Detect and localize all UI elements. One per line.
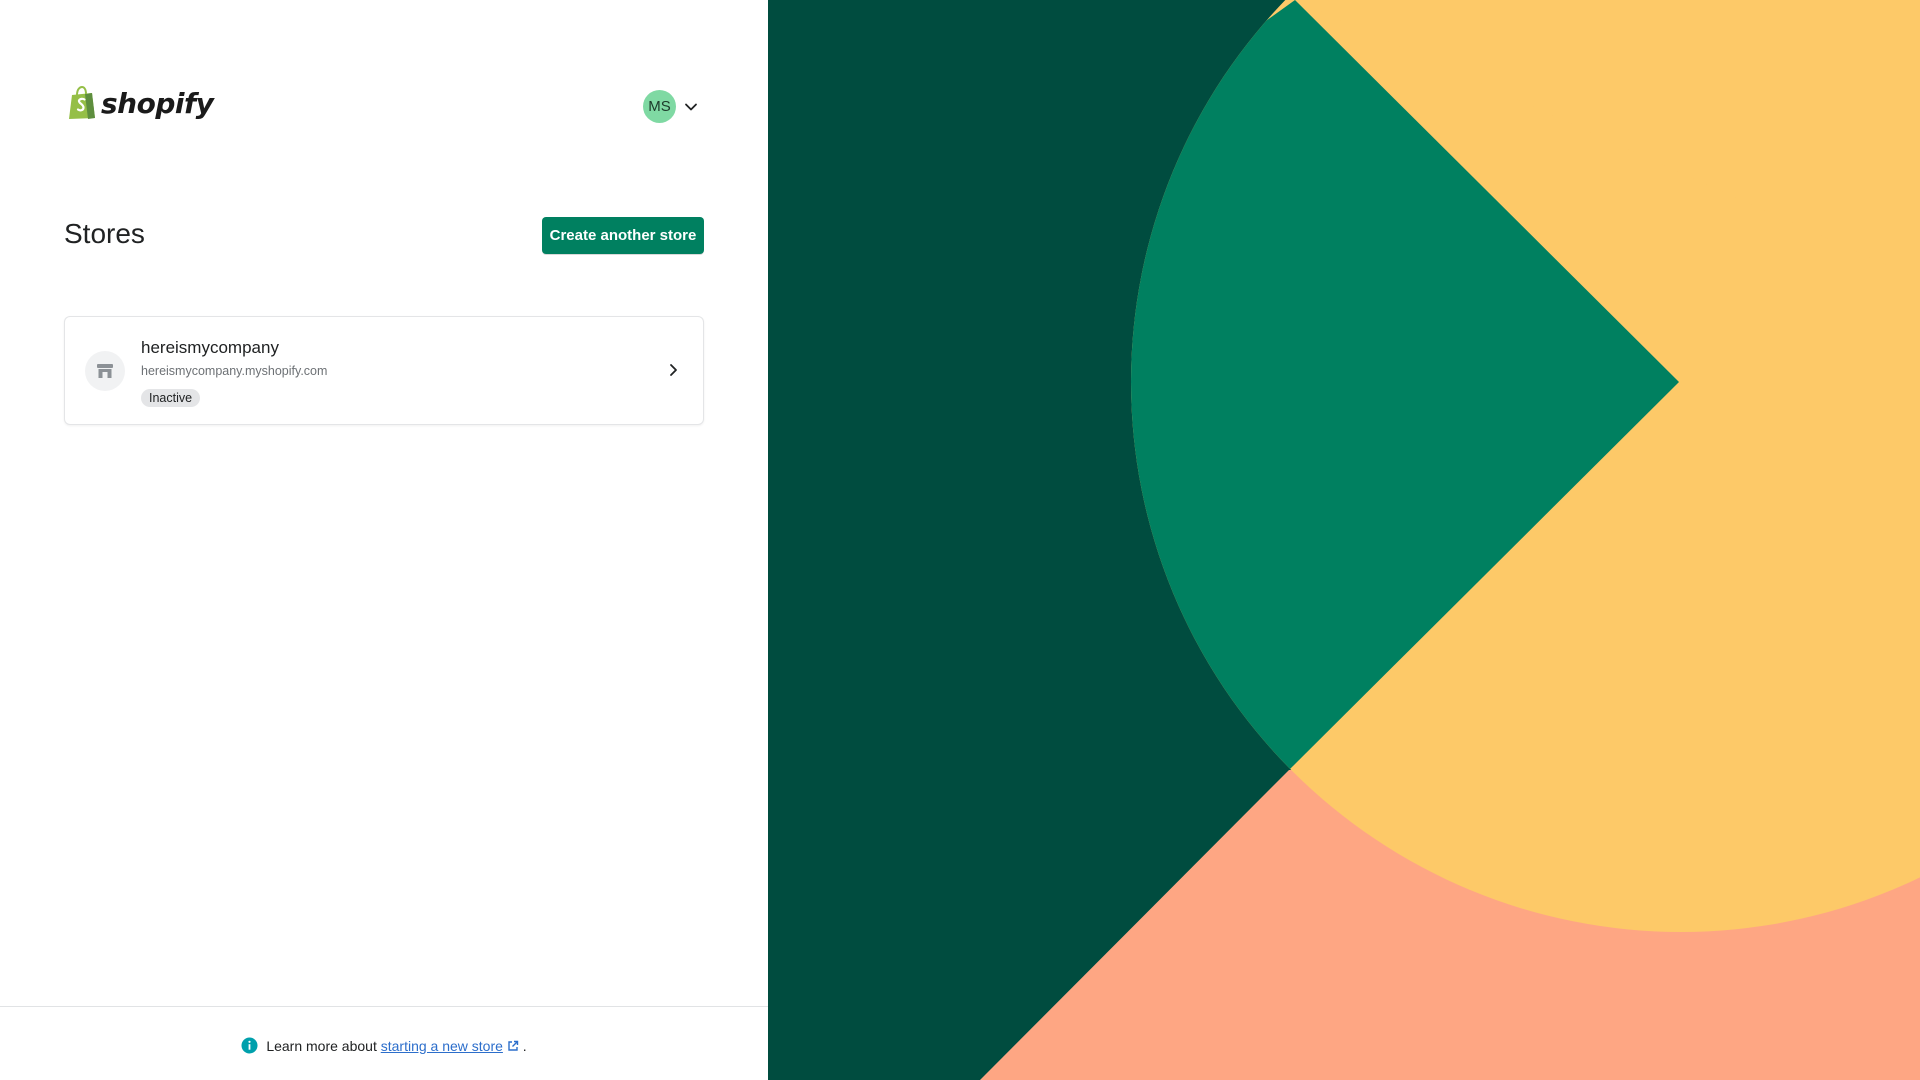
- link-text: starting a new store: [380, 1037, 503, 1054]
- footer-suffix: .: [522, 1037, 527, 1054]
- info-icon: [241, 1037, 258, 1054]
- status-badge: Inactive: [141, 389, 201, 407]
- store-name: hereismycompany: [141, 338, 279, 357]
- store-icon: [85, 351, 125, 391]
- decorative-illustration: [768, 0, 1920, 1080]
- page-title: Stores: [64, 218, 145, 249]
- avatar: MS: [643, 90, 676, 123]
- account-menu[interactable]: MS: [643, 90, 698, 123]
- store-card[interactable]: hereismycompany hereismycompany.myshopif…: [64, 316, 704, 425]
- starting-new-store-link[interactable]: starting a new store: [381, 1038, 519, 1054]
- chevron-right-icon: [670, 364, 677, 376]
- logo-wordmark: shopify: [101, 86, 214, 120]
- shopify-logo[interactable]: shopify: [67, 86, 214, 120]
- shopping-bag-icon: [69, 86, 95, 119]
- footer-divider: [0, 1006, 768, 1007]
- chevron-down-icon: [685, 103, 697, 110]
- content-panel: shopify MS Stores Create another store h…: [0, 0, 768, 1080]
- store-url: hereismycompany.myshopify.com: [141, 364, 328, 378]
- footer-prefix: Learn more about: [266, 1037, 377, 1054]
- external-link-icon: [508, 1040, 519, 1051]
- footer-help: Learn more about starting a new store .: [0, 1037, 768, 1054]
- create-store-button[interactable]: Create another store: [542, 217, 704, 254]
